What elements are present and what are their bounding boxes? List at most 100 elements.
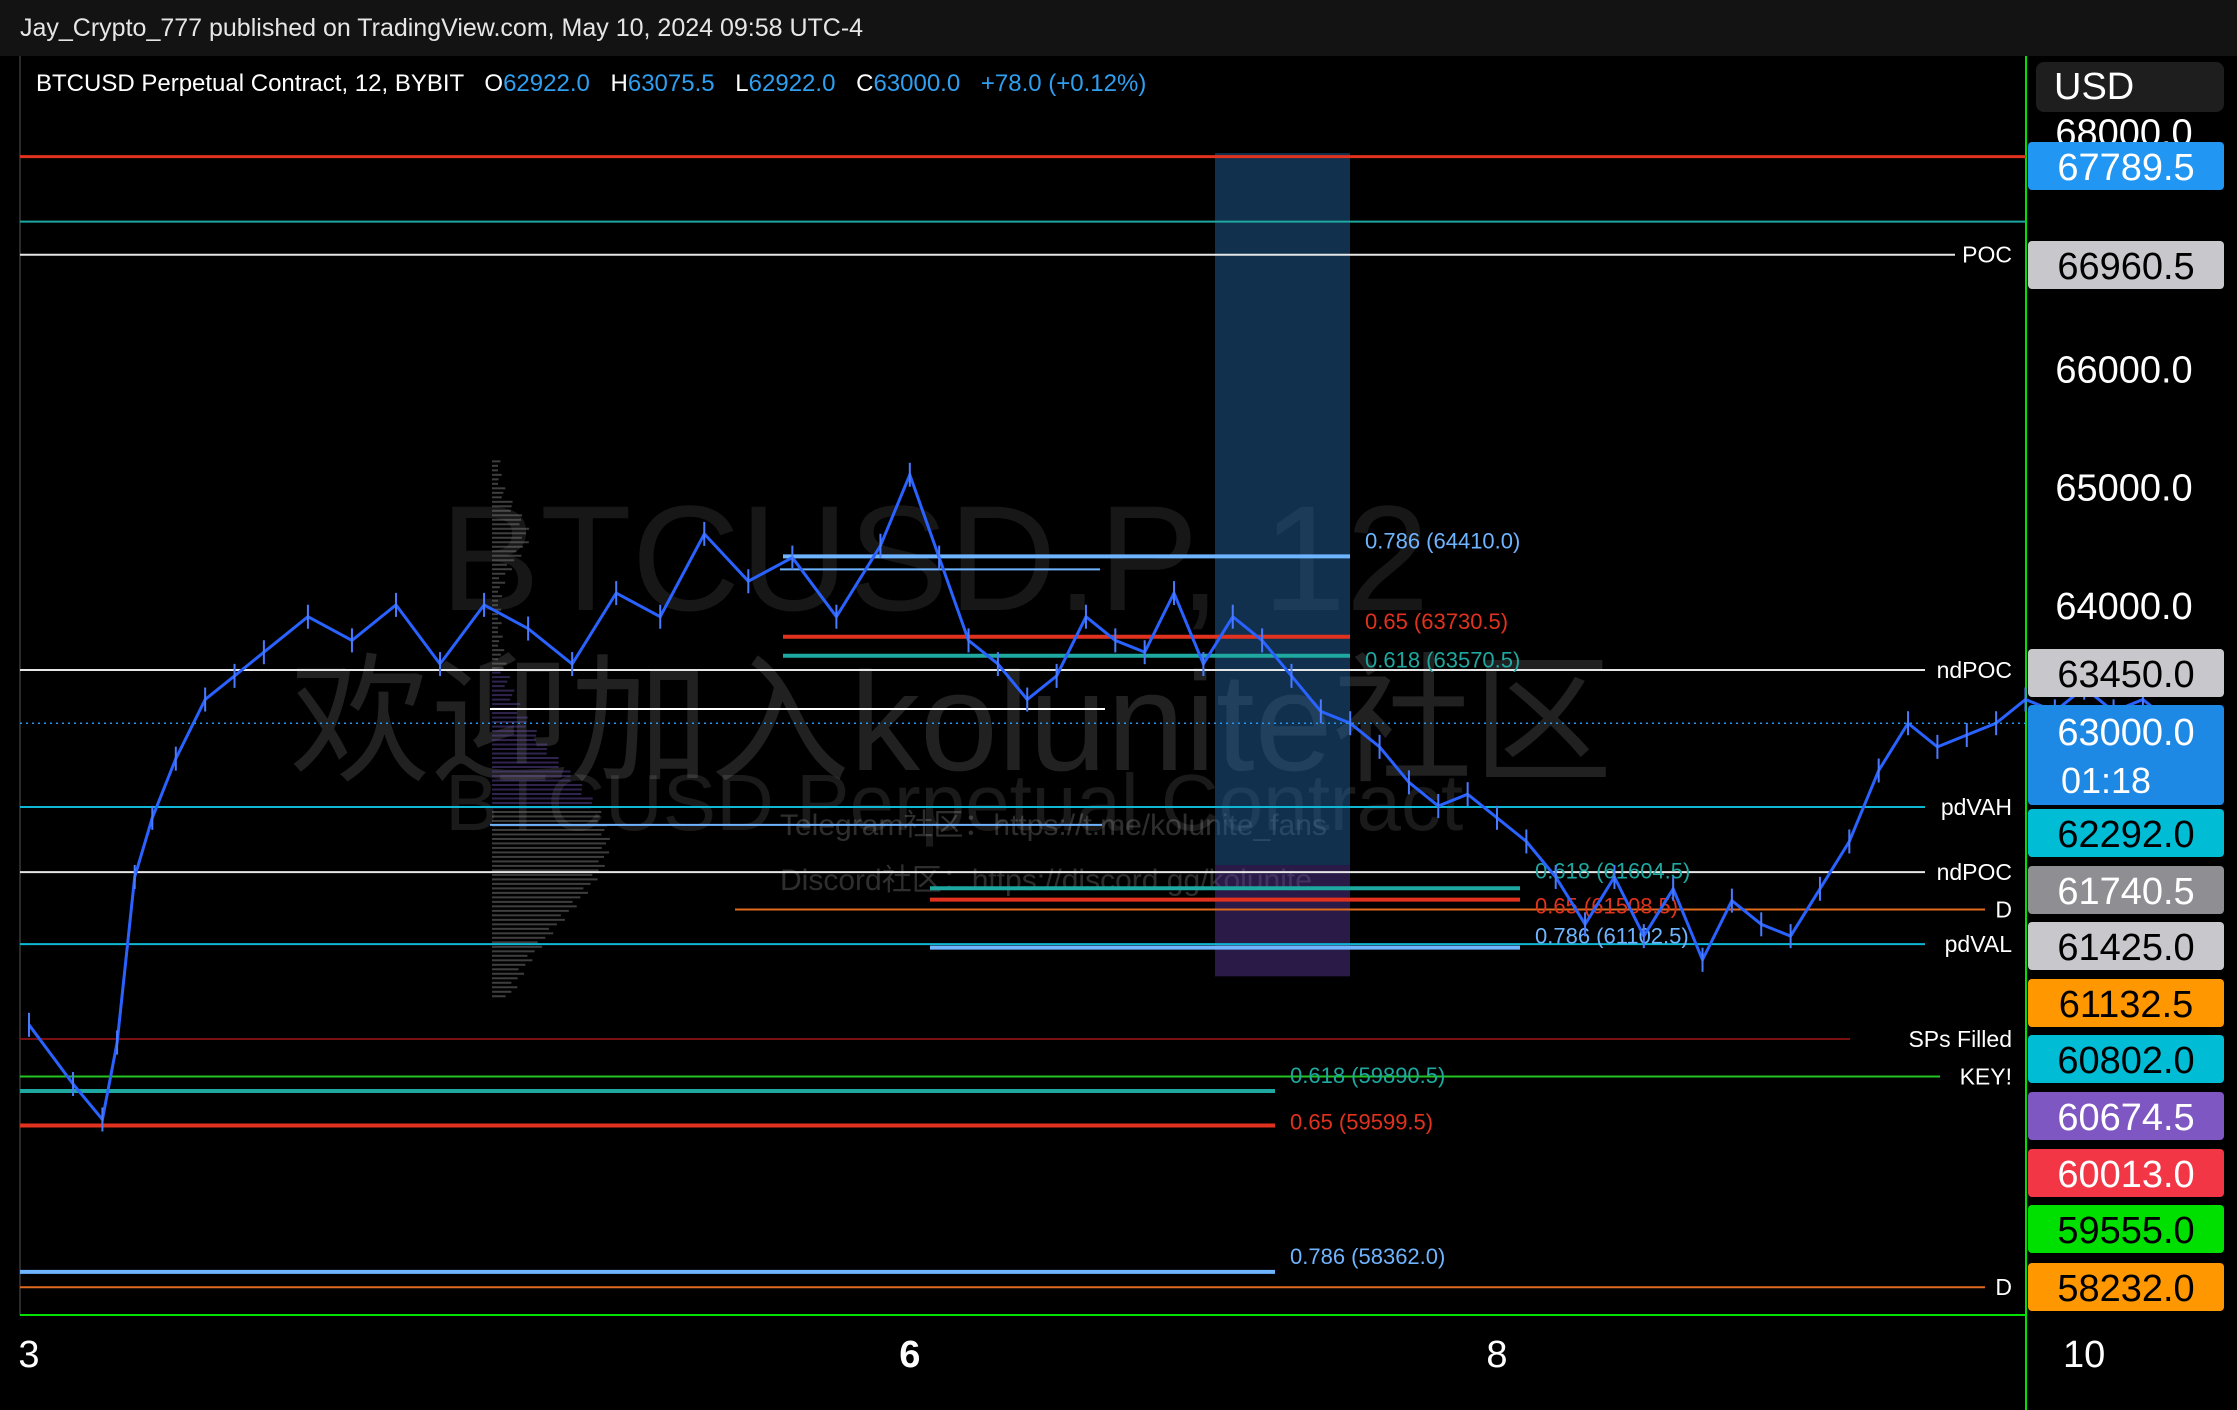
volume-profile-bar — [492, 909, 569, 912]
level-label: D — [1995, 1274, 2012, 1300]
level-label: ndPOC — [1937, 657, 2012, 683]
projection-box-upper — [1215, 153, 1350, 866]
volume-profile-bar — [492, 725, 526, 728]
level-label: D — [1995, 897, 2012, 923]
close-label: C — [856, 70, 874, 97]
volume-profile-bar — [492, 473, 502, 476]
volume-profile-bar — [492, 797, 593, 800]
symbol-name[interactable]: BTCUSD Perpetual Contract, 12, BYBIT — [36, 70, 464, 97]
ohlc-legend: BTCUSD Perpetual Contract, 12, BYBIT O62… — [36, 70, 1146, 98]
level-label: SPs Filled — [1908, 1026, 2012, 1052]
volume-profile-bar — [492, 954, 528, 957]
level-label: ndPOC — [1937, 859, 2012, 885]
volume-profile-bar — [492, 873, 593, 876]
x-tick-label: 6 — [899, 1334, 920, 1376]
volume-profile-bar — [492, 842, 606, 845]
volume-profile-bar — [492, 581, 506, 584]
volume-profile-bar — [492, 712, 518, 715]
volume-profile-bar — [492, 640, 500, 643]
volume-profile-bar — [492, 617, 498, 620]
volume-profile-bar — [492, 833, 602, 836]
volume-profile-bar — [492, 869, 599, 872]
level-label: pdVAL — [1945, 931, 2013, 957]
volume-profile-bar — [492, 599, 498, 602]
volume-profile-bar — [492, 559, 515, 562]
currency-label: USD — [2054, 66, 2135, 108]
level-label: KEY! — [1960, 1064, 2012, 1090]
volume-profile-bar — [492, 527, 530, 530]
currency-button[interactable]: USD — [2036, 62, 2224, 112]
volume-profile-bar — [492, 698, 511, 701]
volume-profile-bar — [492, 496, 502, 499]
price-label-text: 66960.5 — [2057, 246, 2194, 288]
volume-profile-bar — [492, 855, 604, 858]
volume-profile-bar — [492, 761, 559, 764]
volume-profile-bar — [492, 487, 506, 490]
volume-profile-bar — [492, 662, 507, 665]
volume-profile-bar — [492, 900, 573, 903]
volume-profile-bar — [492, 694, 513, 697]
price-chart[interactable]: BTCUSD.P, 12欢迎加入kolunite社区BTCUSD Perpetu… — [0, 0, 2237, 1410]
volume-profile-bar — [492, 801, 592, 804]
volume-profile-bar — [492, 743, 548, 746]
volume-profile-bar — [492, 792, 582, 795]
volume-profile-bar — [492, 653, 501, 656]
volume-profile-bar — [492, 950, 535, 953]
volume-profile-bar — [492, 689, 515, 692]
x-tick-label: 3 — [18, 1334, 39, 1376]
price-label-text: 61740.5 — [2057, 871, 2194, 913]
y-tick-label: 66000.0 — [2055, 349, 2192, 391]
volume-profile-bar — [492, 959, 533, 962]
volume-profile-bar — [492, 622, 502, 625]
volume-profile-bar — [492, 478, 499, 481]
volume-profile-bar — [492, 703, 521, 706]
volume-profile-bar — [492, 851, 610, 854]
volume-profile-bar — [492, 739, 536, 742]
volume-profile-bar — [492, 658, 498, 661]
fib-label: 0.65 (59599.5) — [1290, 1109, 1433, 1134]
volume-profile-bar — [492, 972, 525, 975]
volume-profile-bar — [492, 846, 602, 849]
volume-profile-bar — [492, 509, 511, 512]
open-value: 62922.0 — [503, 70, 590, 97]
volume-profile-bar — [492, 541, 529, 544]
volume-profile-bar — [492, 860, 599, 863]
volume-profile-bar — [492, 752, 547, 755]
volume-profile-bar — [492, 550, 517, 553]
volume-profile-bar — [492, 783, 583, 786]
volume-profile-bar — [492, 649, 505, 652]
volume-profile-bar — [492, 667, 504, 670]
volume-profile-bar — [492, 968, 519, 971]
volume-profile-bar — [492, 918, 565, 921]
volume-profile-bar — [492, 779, 571, 782]
price-label-text: 58232.0 — [2057, 1268, 2194, 1310]
volume-profile-bar — [492, 757, 559, 760]
fib-label: 0.65 (63730.5) — [1365, 609, 1508, 634]
volume-profile-bar — [492, 595, 503, 598]
volume-profile-bar — [492, 532, 526, 535]
volume-profile-bar — [492, 604, 498, 607]
price-label-text: 60674.5 — [2057, 1097, 2194, 1139]
volume-profile-bar — [492, 469, 498, 472]
price-label-text: 61132.5 — [2059, 984, 2194, 1026]
volume-profile-bar — [492, 927, 549, 930]
volume-profile-bar — [492, 518, 522, 521]
volume-profile-bar — [492, 981, 512, 984]
volume-profile-bar — [492, 936, 546, 939]
volume-profile-bar — [492, 482, 498, 485]
volume-profile-bar — [492, 716, 528, 719]
volume-profile-bar — [492, 721, 527, 724]
high-value: 63075.5 — [627, 70, 715, 97]
volume-profile-bar — [492, 810, 602, 813]
volume-profile-bar — [492, 828, 605, 831]
price-label-text: 61425.0 — [2057, 927, 2194, 969]
volume-profile-bar — [492, 644, 498, 647]
volume-profile-bar — [492, 545, 523, 548]
projection-box-lower — [1215, 865, 1350, 977]
price-label-text: 67789.5 — [2057, 147, 2194, 189]
volume-profile-bar — [492, 631, 498, 634]
volume-profile-bar — [492, 815, 600, 818]
volume-profile-bar — [492, 514, 523, 517]
volume-profile-bar — [492, 577, 500, 580]
close-value: 63000.0 — [873, 70, 961, 97]
